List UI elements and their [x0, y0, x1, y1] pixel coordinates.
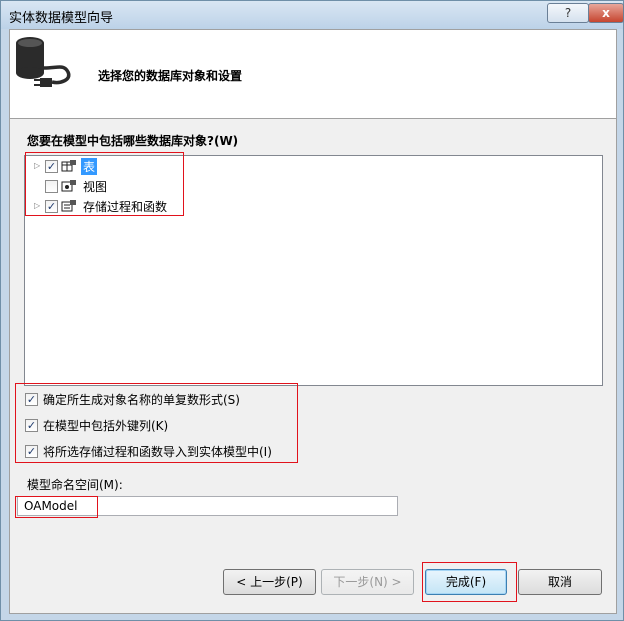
- table-icon: [61, 160, 76, 172]
- objects-label: 您要在模型中包括哪些数据库对象?(W): [27, 134, 239, 148]
- procedures-label: 存储过程和函数: [83, 199, 168, 214]
- import-procedures-checkbox[interactable]: ✓: [25, 444, 38, 458]
- import-procedures-label: 将所选存储过程和函数导入到实体模型中(I): [43, 444, 272, 459]
- finish-button[interactable]: 完成(F): [425, 569, 507, 595]
- pluralize-checkbox[interactable]: ✓: [25, 392, 38, 406]
- expand-arrow-icon[interactable]: ▷: [34, 202, 42, 210]
- procedures-checkbox[interactable]: ✓: [45, 199, 58, 213]
- help-button[interactable]: ?: [547, 3, 589, 23]
- page-title: 选择您的数据库对象和设置: [98, 69, 243, 83]
- foreign-keys-checkbox[interactable]: ✓: [25, 418, 38, 432]
- stored-procedure-icon: [61, 200, 76, 212]
- cancel-button[interactable]: 取消: [518, 569, 602, 595]
- window-title: 实体数据模型向导: [9, 11, 114, 26]
- title-bar: 实体数据模型向导 ? x: [1, 1, 624, 29]
- option-pluralize[interactable]: ✓ 确定所生成对象名称的单复数形式(S): [25, 390, 240, 408]
- wizard-window: 实体数据模型向导 ? x 选择您的数据库对象和设置 您要在模型中包括哪些数据库对…: [0, 0, 624, 621]
- views-checkbox[interactable]: [45, 179, 58, 193]
- close-button[interactable]: x: [588, 3, 624, 23]
- foreign-keys-label: 在模型中包括外键列(K): [43, 418, 169, 433]
- option-import-procedures[interactable]: ✓ 将所选存储过程和函数导入到实体模型中(I): [25, 442, 272, 460]
- database-objects-tree[interactable]: ▷ ✓ 表 视图 ▷ ✓ 存储过程和函数: [24, 155, 603, 386]
- tables-checkbox[interactable]: ✓: [45, 159, 58, 173]
- expander-placeholder: [34, 182, 42, 190]
- wizard-header: 选择您的数据库对象和设置: [10, 30, 616, 119]
- views-label: 视图: [83, 179, 108, 194]
- pluralize-label: 确定所生成对象名称的单复数形式(S): [43, 392, 240, 407]
- tables-label: 表: [81, 157, 98, 175]
- tree-item-tables[interactable]: ▷ ✓ 表: [25, 157, 98, 175]
- tree-item-procedures[interactable]: ▷ ✓ 存储过程和函数: [25, 197, 169, 215]
- next-button[interactable]: 下一步(N) >: [321, 569, 414, 595]
- expand-arrow-icon[interactable]: ▷: [34, 162, 42, 170]
- tree-item-views[interactable]: 视图: [25, 177, 109, 195]
- namespace-input[interactable]: [17, 496, 398, 516]
- view-icon: [61, 180, 76, 192]
- database-connect-icon: [16, 37, 71, 87]
- previous-button[interactable]: < 上一步(P): [223, 569, 316, 595]
- namespace-label: 模型命名空间(M):: [27, 478, 123, 492]
- wizard-body: 选择您的数据库对象和设置 您要在模型中包括哪些数据库对象?(W) ▷ ✓ 表 视…: [9, 29, 617, 614]
- option-foreign-keys[interactable]: ✓ 在模型中包括外键列(K): [25, 416, 168, 434]
